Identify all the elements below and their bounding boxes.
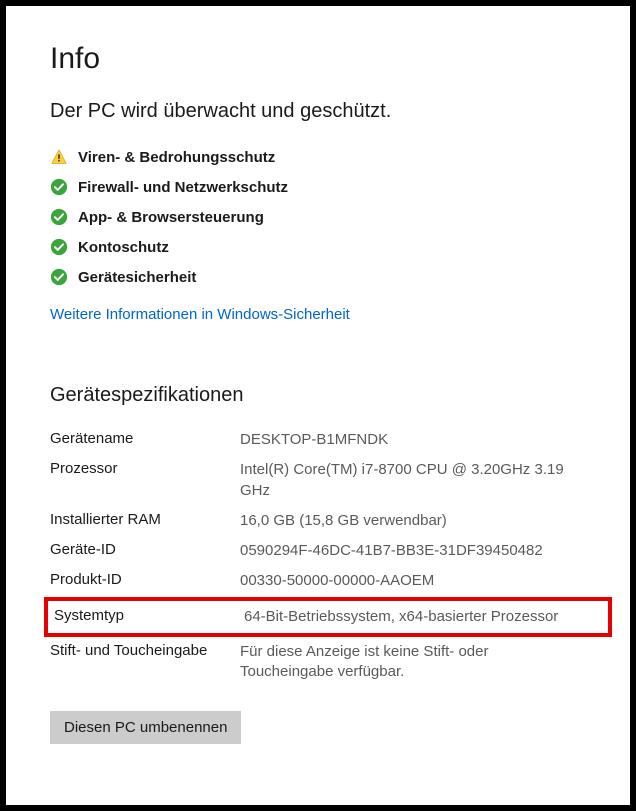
spec-label: Stift- und Toucheingabe xyxy=(50,642,240,659)
spec-value: 00330-50000-00000-AAOEM xyxy=(240,571,586,591)
security-item-label: Firewall- und Netzwerkschutz xyxy=(78,179,288,196)
spec-value: Für diese Anzeige ist keine Stift- oder … xyxy=(240,642,586,683)
spec-value: 0590294F-46DC-41B7-BB3E-31DF39450482 xyxy=(240,541,586,561)
spec-row-systemtype: Systemtyp 64-Bit-Betriebssystem, x64-bas… xyxy=(50,604,606,630)
security-item-firewall[interactable]: Firewall- und Netzwerkschutz xyxy=(50,172,586,202)
security-more-link[interactable]: Weitere Informationen in Windows-Sicherh… xyxy=(50,306,350,323)
security-item-label: App- & Browsersteuerung xyxy=(78,209,264,226)
spec-value: 64-Bit-Betriebssystem, x64-basierter Pro… xyxy=(244,607,606,627)
spec-value: DESKTOP-B1MFNDK xyxy=(240,430,586,450)
security-item-virus[interactable]: Viren- & Bedrohungsschutz xyxy=(50,142,586,172)
security-item-app-browser[interactable]: App- & Browsersteuerung xyxy=(50,202,586,232)
security-item-device[interactable]: Gerätesicherheit xyxy=(50,262,586,292)
spec-row-processor: Prozessor Intel(R) Core(TM) i7-8700 CPU … xyxy=(50,455,586,506)
settings-about-panel: Info Der PC wird überwacht und geschützt… xyxy=(0,0,636,811)
spec-label: Gerätename xyxy=(50,430,240,447)
security-item-label: Kontoschutz xyxy=(78,239,169,256)
page-title: Info xyxy=(50,42,586,76)
spec-label: Prozessor xyxy=(50,460,240,477)
security-item-label: Gerätesicherheit xyxy=(78,269,196,286)
spec-label: Produkt-ID xyxy=(50,571,240,588)
spec-row-ram: Installierter RAM 16,0 GB (15,8 GB verwe… xyxy=(50,506,586,536)
device-specs-heading: Gerätespezifikationen xyxy=(50,384,586,407)
rename-pc-button[interactable]: Diesen PC umbenennen xyxy=(50,711,241,744)
spec-row-pentouch: Stift- und Toucheingabe Für diese Anzeig… xyxy=(50,637,586,688)
security-item-label: Viren- & Bedrohungsschutz xyxy=(78,149,275,166)
spec-row-productid: Produkt-ID 00330-50000-00000-AAOEM xyxy=(50,566,586,596)
check-icon xyxy=(50,238,68,256)
spec-value: 16,0 GB (15,8 GB verwendbar) xyxy=(240,511,586,531)
check-icon xyxy=(50,178,68,196)
security-heading: Der PC wird überwacht und geschützt. xyxy=(50,98,586,124)
spec-value: Intel(R) Core(TM) i7-8700 CPU @ 3.20GHz … xyxy=(240,460,586,501)
check-icon xyxy=(50,208,68,226)
device-specs-table: Gerätename DESKTOP-B1MFNDK Prozessor Int… xyxy=(50,425,586,687)
warning-icon xyxy=(50,148,68,166)
security-status-list: Viren- & Bedrohungsschutz Firewall- und … xyxy=(50,142,586,292)
spec-row-deviceid: Geräte-ID 0590294F-46DC-41B7-BB3E-31DF39… xyxy=(50,536,586,566)
highlight-systemtype: Systemtyp 64-Bit-Betriebssystem, x64-bas… xyxy=(44,597,612,637)
spec-label: Installierter RAM xyxy=(50,511,240,528)
spec-label: Systemtyp xyxy=(50,607,244,624)
security-item-account[interactable]: Kontoschutz xyxy=(50,232,586,262)
spec-label: Geräte-ID xyxy=(50,541,240,558)
spec-row-devicename: Gerätename DESKTOP-B1MFNDK xyxy=(50,425,586,455)
check-icon xyxy=(50,268,68,286)
